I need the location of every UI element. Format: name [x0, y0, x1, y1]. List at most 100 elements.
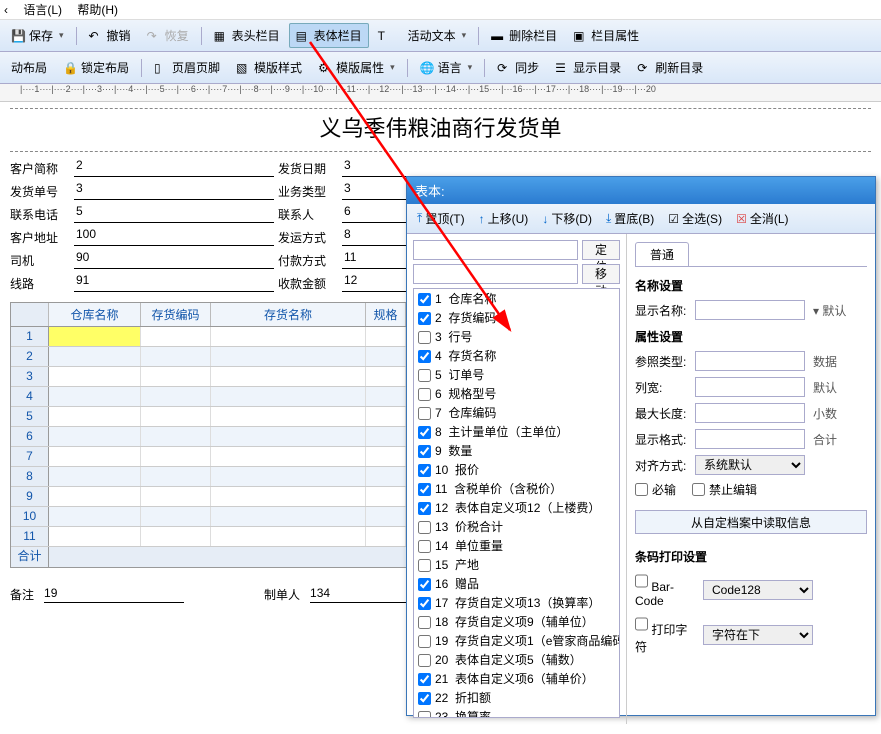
- body-col-button[interactable]: ▤表体栏目: [289, 23, 369, 48]
- menu-help[interactable]: 帮助(H): [77, 3, 118, 17]
- column-list-item[interactable]: 19 存货自定义项1（e管家商品编码）: [414, 631, 619, 650]
- column-checkbox[interactable]: [418, 388, 431, 401]
- column-list-item[interactable]: 22 折扣额: [414, 688, 619, 707]
- addr-value[interactable]: 100: [74, 227, 274, 246]
- column-checkbox[interactable]: [418, 502, 431, 515]
- to-top-button[interactable]: ⤒置顶(T): [413, 208, 469, 229]
- sync-button[interactable]: ⟳同步: [490, 55, 546, 80]
- table-row[interactable]: 6: [11, 427, 409, 447]
- column-list-item[interactable]: 18 存货自定义项9（辅单位）: [414, 612, 619, 631]
- table-row[interactable]: 11: [11, 527, 409, 547]
- barcode-select[interactable]: Code128: [703, 580, 813, 600]
- column-checkbox[interactable]: [418, 559, 431, 572]
- column-checkbox[interactable]: [418, 692, 431, 705]
- cust-abbr-value[interactable]: 2: [74, 158, 274, 177]
- locate-input[interactable]: [413, 240, 578, 260]
- table-row[interactable]: 3: [11, 367, 409, 387]
- header-col-button[interactable]: ▦表头栏目: [207, 23, 287, 48]
- menu-prev[interactable]: ‹: [4, 3, 8, 17]
- column-list-item[interactable]: 7 仓库编码: [414, 403, 619, 422]
- save-button[interactable]: 💾保存▾: [4, 23, 71, 48]
- table-row[interactable]: 5: [11, 407, 409, 427]
- align-select[interactable]: 系统默认: [695, 455, 805, 475]
- column-list-item[interactable]: 6 规格型号: [414, 384, 619, 403]
- table-row[interactable]: 8: [11, 467, 409, 487]
- column-list-item[interactable]: 14 单位重量: [414, 536, 619, 555]
- header-footer-button[interactable]: ▯页眉页脚: [147, 55, 227, 80]
- template-style-button[interactable]: ▧模版样式: [229, 55, 309, 80]
- column-list-item[interactable]: 16 赠品: [414, 574, 619, 593]
- max-len-input[interactable]: [695, 403, 805, 423]
- ship-no-value[interactable]: 3: [74, 181, 274, 200]
- table-row[interactable]: 2: [11, 347, 409, 367]
- column-list-item[interactable]: 3 行号: [414, 327, 619, 346]
- read-archive-button[interactable]: 从自定档案中读取信息: [635, 510, 867, 534]
- col-spec[interactable]: 规格: [366, 303, 406, 326]
- column-checkbox[interactable]: [418, 331, 431, 344]
- column-list-item[interactable]: 4 存货名称: [414, 346, 619, 365]
- menu-language[interactable]: 语言(L): [23, 3, 62, 17]
- column-checkbox[interactable]: [418, 597, 431, 610]
- moveto-input[interactable]: [413, 264, 578, 284]
- ship-date-value[interactable]: 3: [342, 158, 442, 177]
- column-list-item[interactable]: 15 产地: [414, 555, 619, 574]
- column-checkbox[interactable]: [418, 483, 431, 496]
- column-checkbox[interactable]: [418, 445, 431, 458]
- column-checkbox[interactable]: [418, 312, 431, 325]
- move-down-button[interactable]: ↓下移(D): [538, 208, 596, 229]
- column-checkbox[interactable]: [418, 654, 431, 667]
- column-checkbox[interactable]: [418, 464, 431, 477]
- column-list-item[interactable]: 9 数量: [414, 441, 619, 460]
- table-row[interactable]: 1: [11, 327, 409, 347]
- column-list-item[interactable]: 10 报价: [414, 460, 619, 479]
- remark-value[interactable]: 19: [44, 586, 184, 603]
- column-list-item[interactable]: 5 订单号: [414, 365, 619, 384]
- column-list-item[interactable]: 21 表体自定义项6（辅单价）: [414, 669, 619, 688]
- col-inv-code[interactable]: 存货编码: [141, 303, 211, 326]
- lock-layout-button[interactable]: 🔒锁定布局: [56, 55, 136, 80]
- lang-button[interactable]: 🌐语言▾: [413, 55, 480, 80]
- column-list-item[interactable]: 13 价税合计: [414, 517, 619, 536]
- phone-value[interactable]: 5: [74, 204, 274, 223]
- column-checkbox[interactable]: [418, 407, 431, 420]
- column-checkbox[interactable]: [418, 673, 431, 686]
- column-list-item[interactable]: 1 仓库名称: [414, 289, 619, 308]
- column-list-item[interactable]: 8 主计量单位（主单位）: [414, 422, 619, 441]
- printchar-select[interactable]: 字符在下: [703, 625, 813, 645]
- active-text-button[interactable]: 活动文本▾: [401, 23, 474, 48]
- move-layout-button[interactable]: 动布局: [4, 55, 54, 80]
- column-checkbox[interactable]: [418, 578, 431, 591]
- show-name-input[interactable]: [695, 300, 805, 320]
- move-up-button[interactable]: ↑上移(U): [475, 208, 533, 229]
- format-input[interactable]: [695, 429, 805, 449]
- readonly-check[interactable]: 禁止编辑: [692, 481, 757, 498]
- column-checkbox[interactable]: [418, 350, 431, 363]
- tab-general[interactable]: 普通: [635, 242, 689, 266]
- column-list-item[interactable]: 23 换算率: [414, 707, 619, 718]
- column-checkbox[interactable]: [418, 369, 431, 382]
- barcode-check[interactable]: Bar-Code: [635, 571, 695, 608]
- column-checkbox[interactable]: [418, 293, 431, 306]
- ref-type-input[interactable]: [695, 351, 805, 371]
- col-inv-name[interactable]: 存货名称: [211, 303, 366, 326]
- column-list-item[interactable]: 12 表体自定义项12（上楼费）: [414, 498, 619, 517]
- delete-col-button[interactable]: ▬删除栏目: [484, 23, 564, 48]
- moveto-button[interactable]: 移动到: [582, 264, 620, 284]
- col-width-input[interactable]: [695, 377, 805, 397]
- to-bottom-button[interactable]: ⤓置底(B): [602, 208, 658, 229]
- column-list[interactable]: 1 仓库名称2 存货编码3 行号4 存货名称5 订单号6 规格型号7 仓库编码8…: [413, 288, 620, 718]
- col-props-button[interactable]: ▣栏目属性: [566, 23, 646, 48]
- table-row[interactable]: 7: [11, 447, 409, 467]
- select-none-button[interactable]: ☒全消(L): [732, 208, 792, 229]
- column-checkbox[interactable]: [418, 426, 431, 439]
- locate-button[interactable]: 定位: [582, 240, 620, 260]
- column-list-item[interactable]: 17 存货自定义项13（换算率）: [414, 593, 619, 612]
- show-toc-button[interactable]: ☰显示目录: [548, 55, 628, 80]
- redo-button[interactable]: ↷恢复: [140, 23, 196, 48]
- refresh-toc-button[interactable]: ⟳刷新目录: [630, 55, 710, 80]
- column-list-item[interactable]: 20 表体自定义项5（辅数）: [414, 650, 619, 669]
- undo-button[interactable]: ↶撤销: [82, 23, 138, 48]
- column-checkbox[interactable]: [418, 540, 431, 553]
- table-row[interactable]: 10: [11, 507, 409, 527]
- text-tool-button[interactable]: T: [371, 25, 399, 47]
